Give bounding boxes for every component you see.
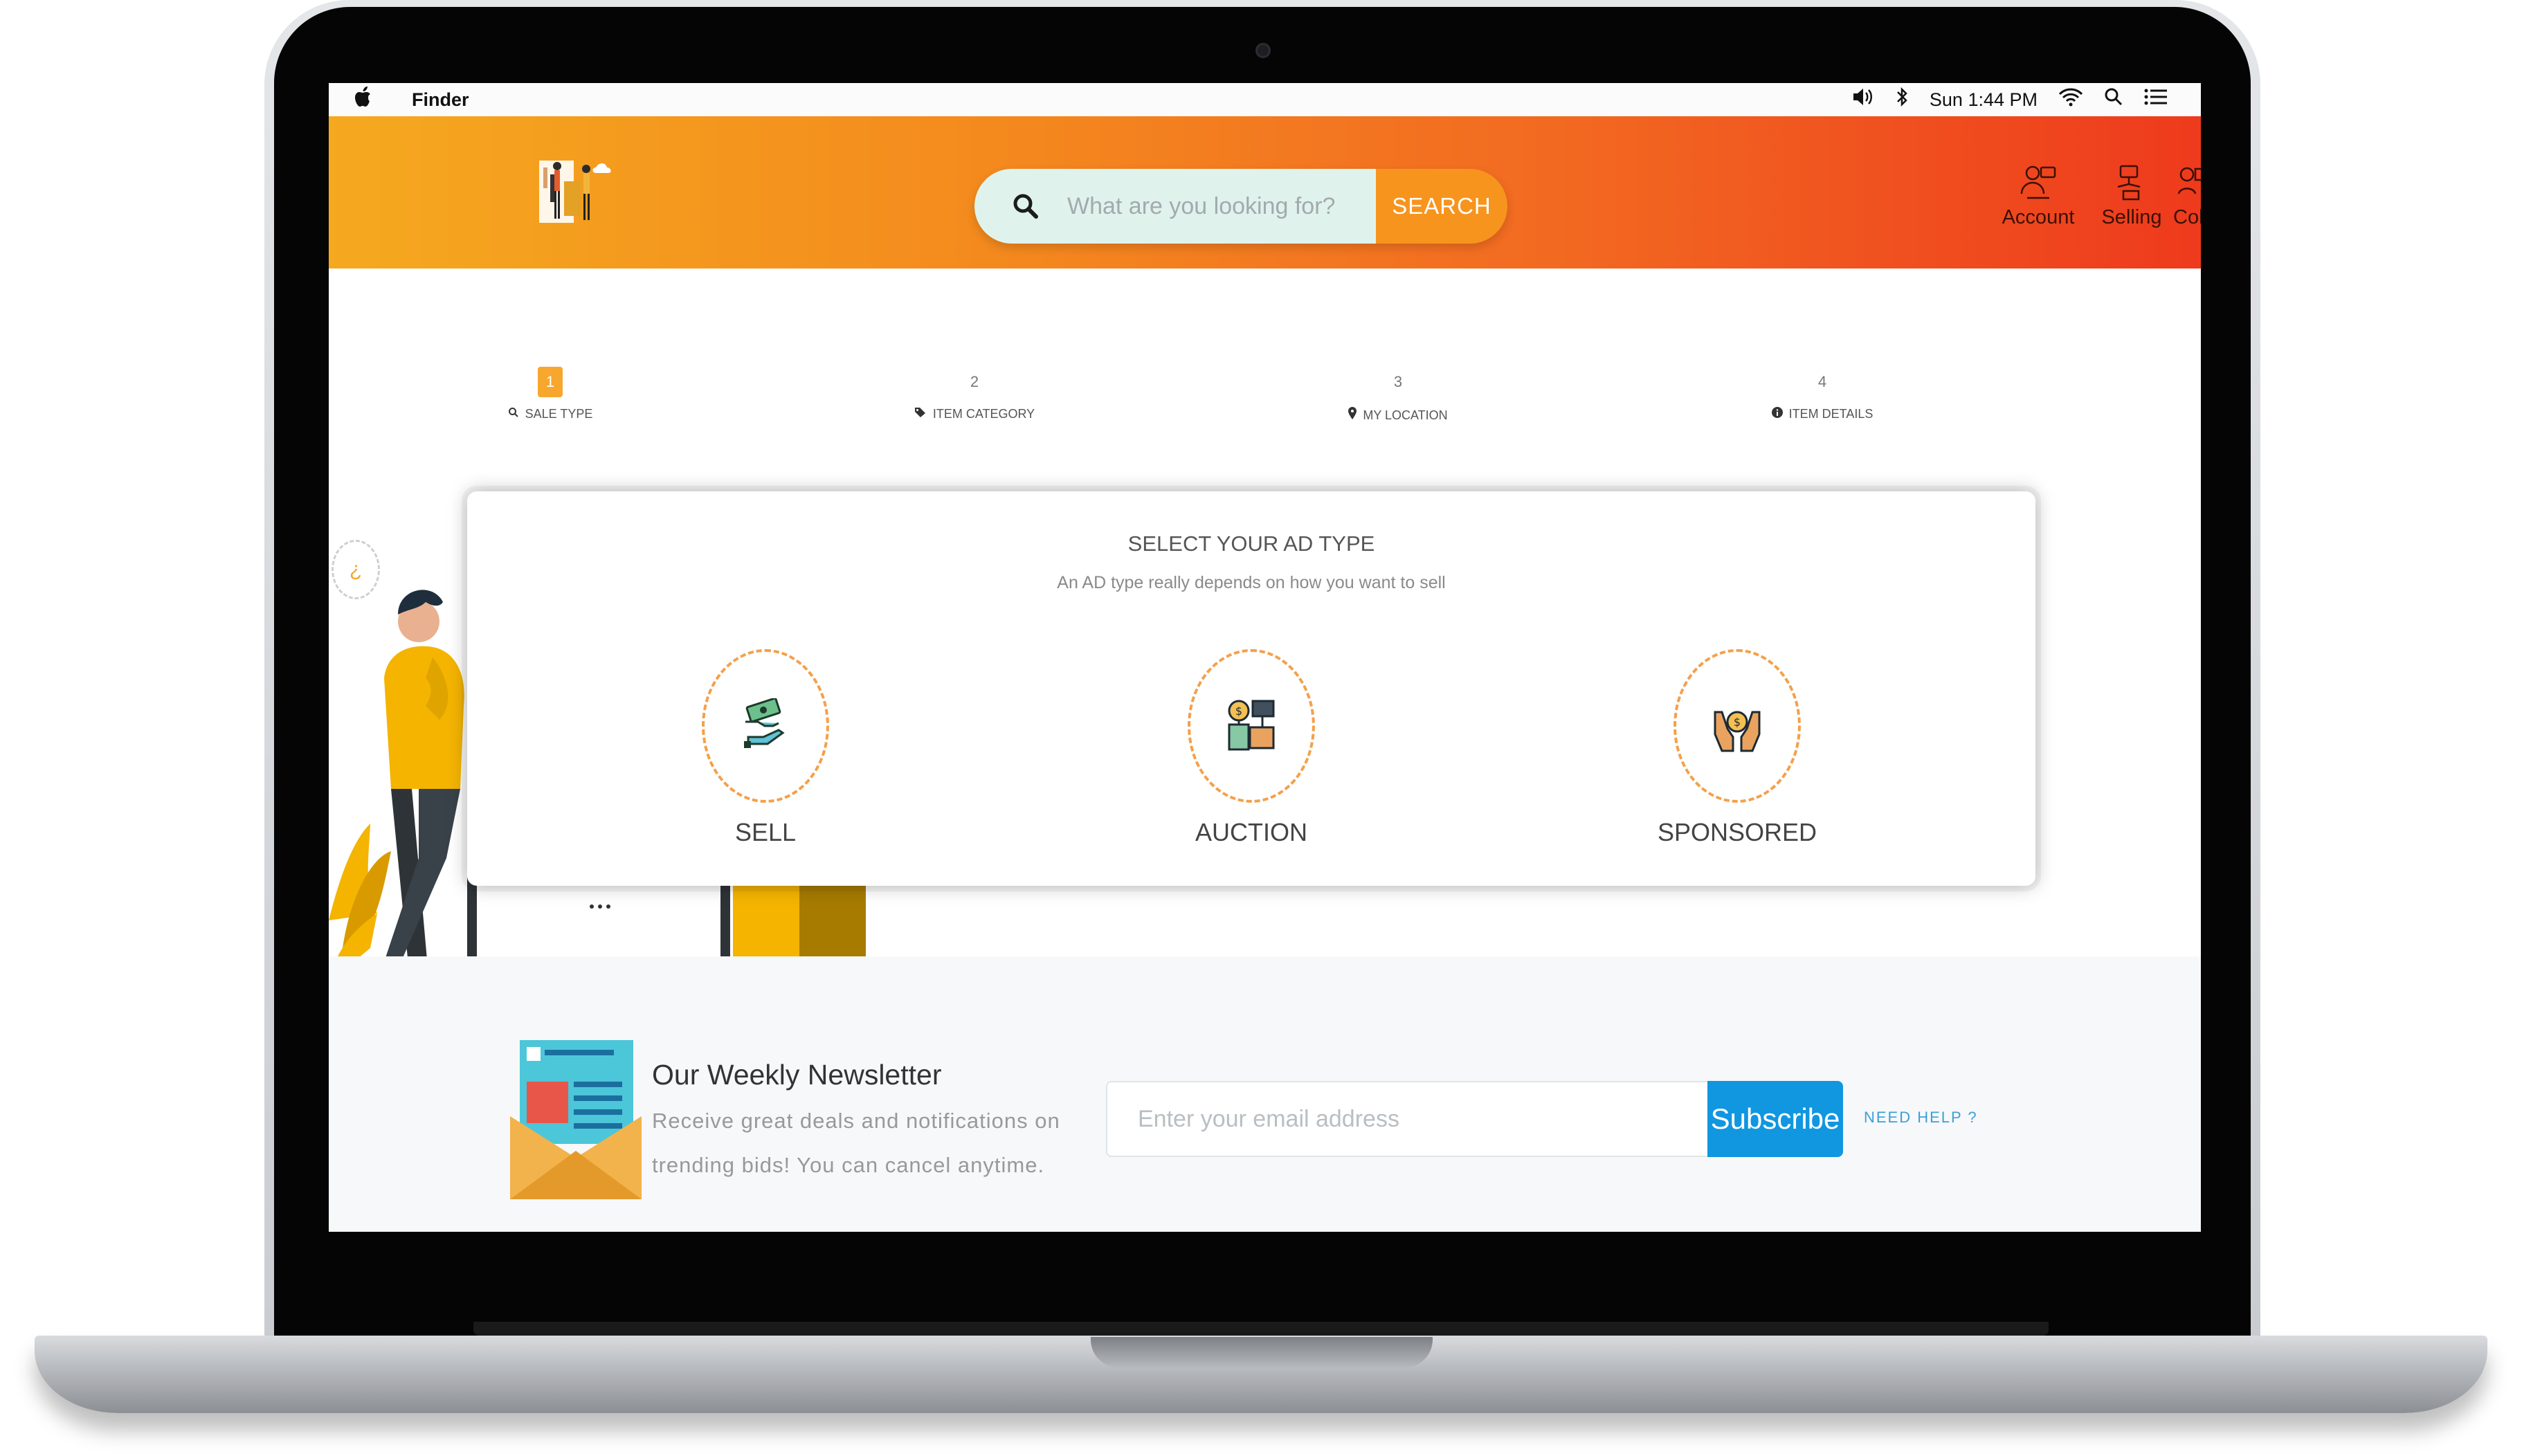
nav-account-label: Account	[2002, 206, 2075, 228]
email-field[interactable]	[1106, 1081, 1712, 1157]
step-item-details[interactable]: 4 ITEM DETAILS	[1718, 367, 1926, 421]
site-header: SEARCH	[329, 116, 2201, 269]
subscribe-button[interactable]: Subscribe	[1707, 1081, 1843, 1157]
need-help-link[interactable]: NEED HELP ?	[1864, 1109, 1978, 1127]
mac-menu-bar: Finder Sun 1:44 PM	[329, 83, 2201, 116]
ad-option-sell[interactable]: SELL	[627, 649, 904, 847]
ad-option-auction[interactable]: $ AUCTION	[1113, 649, 1390, 847]
svg-text:$: $	[1235, 704, 1242, 718]
ad-option-circle[interactable]: $	[1188, 649, 1315, 803]
nav-collections[interactable]: Collecti	[2173, 163, 2201, 229]
auction-icon: $	[1228, 700, 1275, 751]
collections-icon	[2177, 167, 2201, 194]
step-label: ITEM DETAILS	[1718, 407, 1926, 421]
step-number: 4	[1817, 373, 1827, 390]
step-my-location[interactable]: 3 MY LOCATION	[1294, 367, 1502, 423]
step-label: MY LOCATION	[1294, 407, 1502, 423]
search-box	[974, 169, 1376, 244]
step-sale-type[interactable]: 1 SALE TYPE	[446, 367, 654, 421]
sponsor-hands-icon: $	[1714, 711, 1761, 752]
nav-collections-label: Collecti	[2173, 206, 2201, 228]
camera-icon	[1255, 43, 1271, 58]
newsletter-title: Our Weekly Newsletter	[652, 1059, 942, 1091]
money-exchange-icon	[744, 698, 785, 748]
map-pin-icon	[1348, 407, 1357, 419]
newsletter-description: Receive great deals and notifications on…	[652, 1109, 1060, 1177]
notification-center-icon[interactable]	[2144, 88, 2168, 111]
step-label: SALE TYPE	[446, 407, 654, 421]
active-app-name[interactable]: Finder	[412, 89, 469, 111]
step-item-category[interactable]: 2 ITEM CATEGORY	[871, 367, 1078, 421]
ad-option-circle[interactable]: $	[1673, 649, 1801, 803]
spotlight-search-icon[interactable]	[2104, 87, 2123, 112]
wifi-icon[interactable]	[2058, 87, 2083, 112]
ad-option-circle[interactable]	[702, 649, 829, 803]
search-input[interactable]	[1067, 192, 1372, 220]
step-number: 1	[538, 367, 563, 397]
search-icon	[1013, 194, 1038, 219]
info-icon	[1771, 407, 1783, 418]
tag-icon	[914, 408, 925, 417]
search-bar: SEARCH	[974, 169, 1507, 244]
search-icon	[508, 408, 518, 417]
nav-selling[interactable]: Selling	[2087, 163, 2177, 229]
search-button[interactable]: SEARCH	[1376, 169, 1507, 244]
selling-icon	[2117, 165, 2141, 201]
menubar-status-area: Sun 1:44 PM	[1852, 87, 2168, 113]
decorative-circle: ¿	[332, 540, 380, 599]
bluetooth-icon[interactable]	[1895, 87, 1909, 113]
ad-option-sponsored[interactable]: $ SPONSORED	[1599, 649, 1876, 847]
newsletter-envelope-icon	[510, 1040, 642, 1199]
ad-option-label: SPONSORED	[1657, 818, 1817, 846]
ad-type-card: SELECT YOUR AD TYPE An AD type really de…	[467, 491, 2035, 886]
step-label: ITEM CATEGORY	[871, 407, 1078, 421]
apple-icon[interactable]	[354, 85, 384, 114]
nav-selling-label: Selling	[2101, 206, 2162, 228]
card-title: SELECT YOUR AD TYPE	[1127, 531, 1375, 556]
nav-account[interactable]: Account	[1993, 163, 2083, 229]
account-icon	[2020, 165, 2056, 199]
ad-option-label: AUCTION	[1195, 818, 1307, 846]
laptop-notch	[1091, 1337, 1433, 1367]
menubar-clock[interactable]: Sun 1:44 PM	[1930, 89, 2038, 111]
svg-text:$: $	[1734, 716, 1741, 729]
volume-icon[interactable]	[1852, 87, 1874, 112]
ad-option-label: SELL	[734, 818, 797, 846]
laptop-hinge	[473, 1322, 2049, 1336]
step-number: 2	[970, 373, 979, 390]
card-subtitle: An AD type really depends on how you wan…	[1057, 573, 1446, 592]
screen: Finder Sun 1:44 PM What are you looking …	[329, 83, 2201, 1232]
site-logo[interactable]	[536, 154, 619, 237]
step-number: 3	[1393, 373, 1403, 390]
